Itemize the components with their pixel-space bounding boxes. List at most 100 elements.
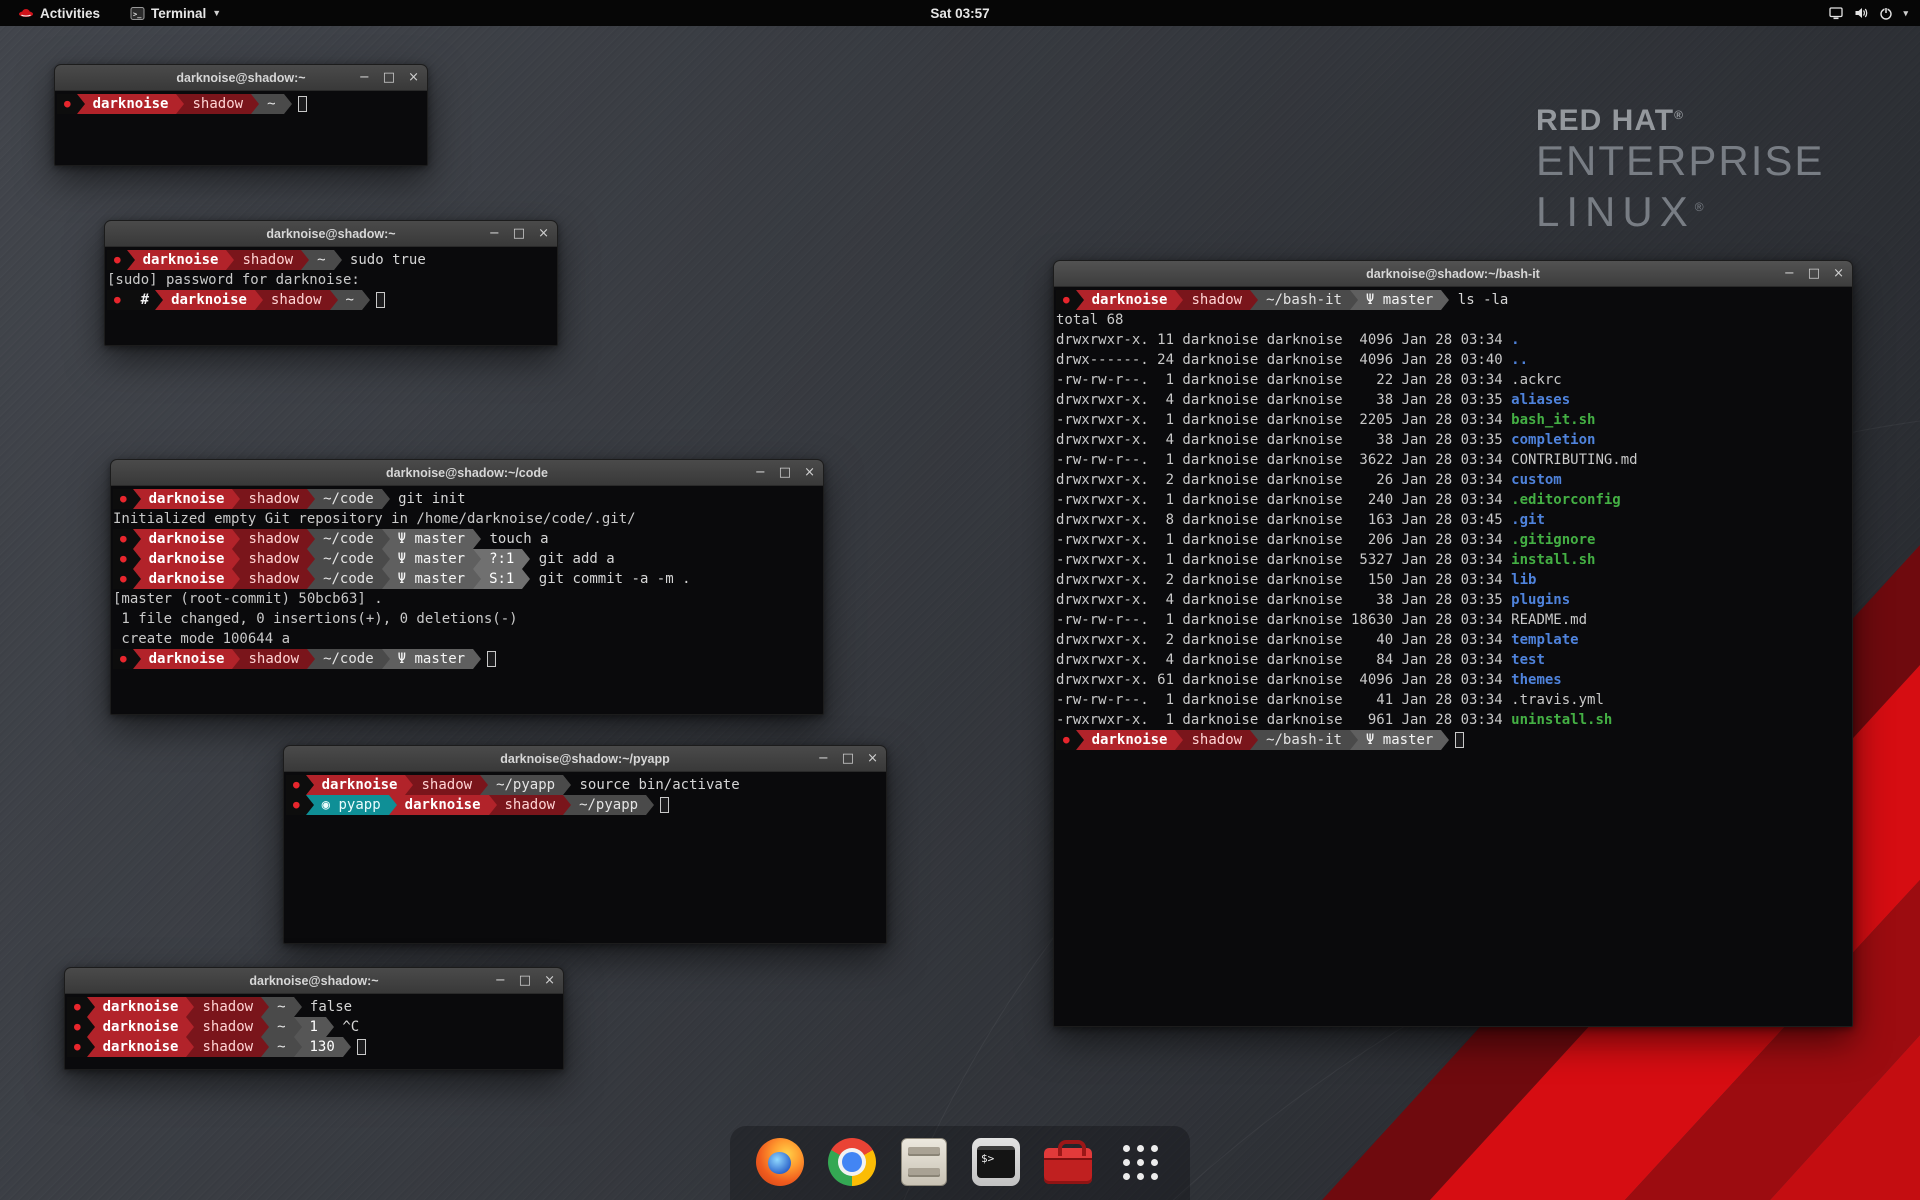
clock[interactable]: Sat 03:57 (920, 0, 999, 26)
dock: $> (730, 1126, 1190, 1200)
close-button[interactable]: × (1833, 261, 1844, 287)
maximize-button[interactable]: □ (383, 65, 395, 91)
powerline-separator-icon (133, 569, 141, 589)
prompt-segment-path: ~ (338, 290, 362, 310)
prompt-segment-os: ● (286, 775, 306, 795)
dock-toolbox-icon[interactable] (1042, 1136, 1094, 1188)
terminal-text-dir: . (1511, 330, 1519, 350)
powerline-separator-icon (87, 1017, 95, 1037)
terminal-text-out: -rw-rw-r--. 1 darknoise darknoise 22 Jan… (1056, 370, 1511, 390)
close-button[interactable]: × (804, 460, 815, 486)
window-titlebar[interactable]: darknoise@shadow:~ − □ × (65, 968, 563, 994)
powerline-separator-icon (1441, 730, 1449, 750)
terminal-text-dir: custom (1511, 470, 1562, 490)
powerline-separator-icon (87, 997, 95, 1017)
dock-terminal-icon[interactable]: $> (970, 1136, 1022, 1188)
terminal-text-cmd: touch a (481, 529, 548, 549)
window-title: darknoise@shadow:~ (266, 227, 395, 241)
powerline-separator-icon (563, 795, 571, 815)
window-titlebar[interactable]: darknoise@shadow:~/code − □ × (111, 460, 823, 486)
minimize-button[interactable]: − (489, 221, 500, 247)
dock-firefox-icon[interactable] (754, 1136, 806, 1188)
prompt-segment-path: ~ (269, 997, 293, 1017)
terminal-icon: $> (972, 1138, 1020, 1186)
minimize-button[interactable]: − (495, 968, 506, 994)
prompt-segment-user: darknoise (135, 250, 227, 270)
terminal-line: -rwxrwxr-x. 1 darknoise darknoise 240 Ja… (1056, 490, 1850, 510)
terminal-line: ●darknoiseshadow~/codeΨ masterS:1 git co… (113, 569, 821, 589)
terminal-line: ●darknoiseshadow~/codeΨ master touch a (113, 529, 821, 549)
prompt-segment-os: ● (286, 795, 306, 815)
dock-files-icon[interactable] (898, 1136, 950, 1188)
powerline-separator-icon (1175, 290, 1183, 310)
terminal-text-out: -rwxrwxr-x. 1 darknoise darknoise 2205 J… (1056, 410, 1511, 430)
window-titlebar[interactable]: darknoise@shadow:~ − □ × (55, 65, 427, 91)
powerline-separator-icon (307, 529, 315, 549)
close-button[interactable]: × (544, 968, 555, 994)
terminal-text-exec: .gitignore (1511, 530, 1595, 550)
close-button[interactable]: × (867, 746, 878, 772)
chrome-icon (828, 1138, 876, 1186)
prompt-segment-gitstat: S:1 (481, 569, 522, 589)
maximize-button[interactable]: □ (779, 460, 791, 486)
prompt-segment-user: darknoise (141, 649, 233, 669)
minimize-button[interactable]: − (1784, 261, 1795, 287)
terminal-text-cmd: git init (390, 489, 466, 509)
prompt-segment-os: ● (113, 649, 133, 669)
system-status-area[interactable]: ▾ (1816, 0, 1920, 26)
terminal-text-out: -rwxrwxr-x. 1 darknoise darknoise 961 Ja… (1056, 710, 1511, 730)
maximize-button[interactable]: □ (519, 968, 531, 994)
terminal-line: drwxrwxr-x. 4 darknoise darknoise 84 Jan… (1056, 650, 1850, 670)
maximize-button[interactable]: □ (1808, 261, 1820, 287)
maximize-button[interactable]: □ (842, 746, 854, 772)
terminal-screen[interactable]: ●darknoiseshadow~/bash-itΨ master ls -la… (1054, 287, 1852, 1026)
prompt-segment-user: darknoise (95, 997, 187, 1017)
powerline-separator-icon (232, 489, 240, 509)
redhat-brand-logo: RED HAT® ENTERPRISE LINUX® (1536, 104, 1824, 235)
terminal-text-cmd: sudo true (342, 250, 426, 270)
file-cabinet-icon (901, 1138, 947, 1186)
window-titlebar[interactable]: darknoise@shadow:~ − □ × (105, 221, 557, 247)
chevron-down-icon: ▾ (1903, 8, 1908, 19)
dock-chrome-icon[interactable] (826, 1136, 878, 1188)
powerline-separator-icon (155, 290, 163, 310)
minimize-button[interactable]: − (359, 65, 370, 91)
maximize-button[interactable]: □ (513, 221, 525, 247)
powerline-separator-icon (382, 549, 390, 569)
powerline-separator-icon (343, 1037, 351, 1057)
terminal-line: ●darknoiseshadow~ sudo true (107, 250, 555, 270)
prompt-segment-user: darknoise (397, 795, 489, 815)
terminal-text-out: drwxrwxr-x. 4 darknoise darknoise 38 Jan… (1056, 430, 1511, 450)
terminal-line: drwxrwxr-x. 2 darknoise darknoise 40 Jan… (1056, 630, 1850, 650)
powerline-separator-icon (473, 549, 481, 569)
terminal-app-icon: >_ (130, 6, 145, 21)
activities-button[interactable]: Activities (8, 0, 110, 26)
terminal-text-out: -rw-rw-r--. 1 darknoise darknoise 41 Jan… (1056, 690, 1511, 710)
window-title: darknoise@shadow:~/pyapp (500, 752, 670, 766)
prompt-segment-os: ● (113, 569, 133, 589)
terminal-screen[interactable]: ●darknoiseshadow~/code git initInitializ… (111, 486, 823, 714)
prompt-segment-user: darknoise (95, 1017, 187, 1037)
terminal-screen[interactable]: ●darknoiseshadow~ sudo true[sudo] passwo… (105, 247, 557, 345)
window-titlebar[interactable]: darknoise@shadow:~/bash-it − □ × (1054, 261, 1852, 287)
close-button[interactable]: × (408, 65, 419, 91)
terminal-screen[interactable]: ●darknoiseshadow~ (55, 91, 427, 165)
terminal-text-out: 1 file changed, 0 insertions(+), 0 delet… (113, 609, 518, 629)
window-titlebar[interactable]: darknoise@shadow:~/pyapp − □ × (284, 746, 886, 772)
window-controls: − □ × (1784, 261, 1844, 287)
powerline-separator-icon (307, 569, 315, 589)
app-menu-terminal[interactable]: >_ Terminal ▼ (120, 0, 231, 26)
terminal-screen[interactable]: ●darknoiseshadow~/pyapp source bin/activ… (284, 772, 886, 943)
close-button[interactable]: × (538, 221, 549, 247)
minimize-button[interactable]: − (818, 746, 829, 772)
terminal-line: drwxrwxr-x. 4 darknoise darknoise 38 Jan… (1056, 590, 1850, 610)
powerline-separator-icon (362, 290, 370, 310)
powerline-separator-icon (77, 94, 85, 114)
brand-line-linux: LINUX® (1536, 184, 1824, 235)
terminal-cursor (1455, 732, 1464, 748)
terminal-screen[interactable]: ●darknoiseshadow~ false●darknoiseshadow~… (65, 994, 563, 1069)
terminal-text-file: CONTRIBUTING.md (1511, 450, 1637, 470)
terminal-text-cmd: ls -la (1449, 290, 1508, 310)
dock-show-applications-icon[interactable] (1114, 1136, 1166, 1188)
minimize-button[interactable]: − (755, 460, 766, 486)
